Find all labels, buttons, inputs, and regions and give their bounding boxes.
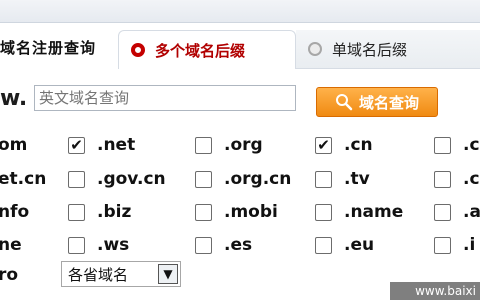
tab-multiple-suffixes[interactable]: 多个域名后缀 [118,30,296,69]
domain-label: .net [97,135,136,155]
domain-option[interactable]: .i [434,230,475,260]
top-bar [0,0,480,23]
domain-option[interactable]: ✔ .net [68,130,135,160]
domain-row: ne .ws .es .eu .i [0,230,480,260]
domain-option[interactable]: .c [434,164,480,194]
domain-label: .tv [344,169,370,189]
domain-label: .c [463,135,480,155]
province-domain-select[interactable]: 各省域名 ▼ [61,261,181,287]
checkbox[interactable] [195,203,212,221]
www-prefix: w. [0,86,28,111]
domain-label: nfo [0,202,30,222]
checkbox[interactable] [68,236,85,254]
domain-label: .eu [344,235,375,255]
tab-single-suffix[interactable]: 单域名后缀 [296,30,480,69]
domain-option[interactable]: ro [0,260,18,290]
domain-search-input[interactable] [34,85,296,111]
domain-label: .cn [344,135,373,155]
checkbox[interactable] [315,170,332,188]
domain-label: .es [224,235,253,255]
search-button-label: 域名查询 [358,93,419,112]
checkbox[interactable] [434,170,451,188]
checkbox[interactable] [195,136,212,154]
domain-label: .org.cn [224,169,292,189]
domain-option[interactable]: ✔ .cn [315,130,373,160]
watermark: www.baixi [390,282,480,300]
domain-option[interactable]: et.cn [0,164,46,194]
domain-row: et.cn .gov.cn .org.cn .tv .c [0,164,480,194]
domain-label: .org [224,135,263,155]
domain-option[interactable]: nfo [0,197,29,227]
checkbox[interactable] [315,236,332,254]
domain-label: om [0,135,28,155]
domain-option[interactable]: .a [434,197,480,227]
domain-label: .a [463,202,480,222]
domain-option[interactable]: .mobi [195,197,278,227]
search-icon [335,94,353,111]
domain-label: .mobi [224,202,278,222]
tab-label: 多个域名后缀 [155,41,246,60]
domain-label: ne [0,235,22,255]
checkbox[interactable] [434,203,451,221]
domain-option[interactable]: .biz [68,197,131,227]
checkbox[interactable] [315,203,332,221]
domain-option[interactable]: .c [434,130,480,160]
checkbox[interactable] [434,236,451,254]
domain-option[interactable]: .org [195,130,263,160]
select-value: 各省域名 [68,265,129,284]
domain-label: .i [463,235,476,255]
domain-row: nfo .biz .mobi .name .a [0,197,480,227]
domain-label: .gov.cn [97,169,166,189]
checkbox[interactable] [68,203,85,221]
chevron-down-icon[interactable]: ▼ [158,264,178,284]
domain-label: .ws [97,235,130,255]
domain-option[interactable]: .eu [315,230,374,260]
tab-label: 单域名后缀 [332,40,408,59]
checkbox-checked[interactable]: ✔ [68,136,85,154]
radio-selected-icon[interactable] [131,43,145,57]
checkbox[interactable] [195,236,212,254]
domain-label: .name [344,202,404,222]
checkbox[interactable] [434,136,451,154]
domain-option[interactable]: om [0,130,27,160]
domain-option[interactable]: ne [0,230,22,260]
domain-label: .biz [97,202,132,222]
checkbox[interactable] [68,170,85,188]
domain-row: om ✔ .net .org ✔ .cn .c [0,130,480,160]
domain-search-button[interactable]: 域名查询 [316,87,438,117]
domain-option[interactable]: .es [195,230,252,260]
domain-label: ro [0,265,19,285]
domain-option[interactable]: .gov.cn [68,164,166,194]
domain-label: et.cn [0,169,47,189]
domain-option[interactable]: .tv [315,164,370,194]
domain-option[interactable]: .ws [68,230,129,260]
checkbox-checked[interactable]: ✔ [315,136,332,154]
page-title: 域名注册查询 [0,39,97,57]
radio-unselected-icon[interactable] [308,42,322,56]
domain-option[interactable]: .org.cn [195,164,291,194]
domain-option[interactable]: .name [315,197,403,227]
domain-label: .c [463,169,480,189]
checkbox[interactable] [195,170,212,188]
